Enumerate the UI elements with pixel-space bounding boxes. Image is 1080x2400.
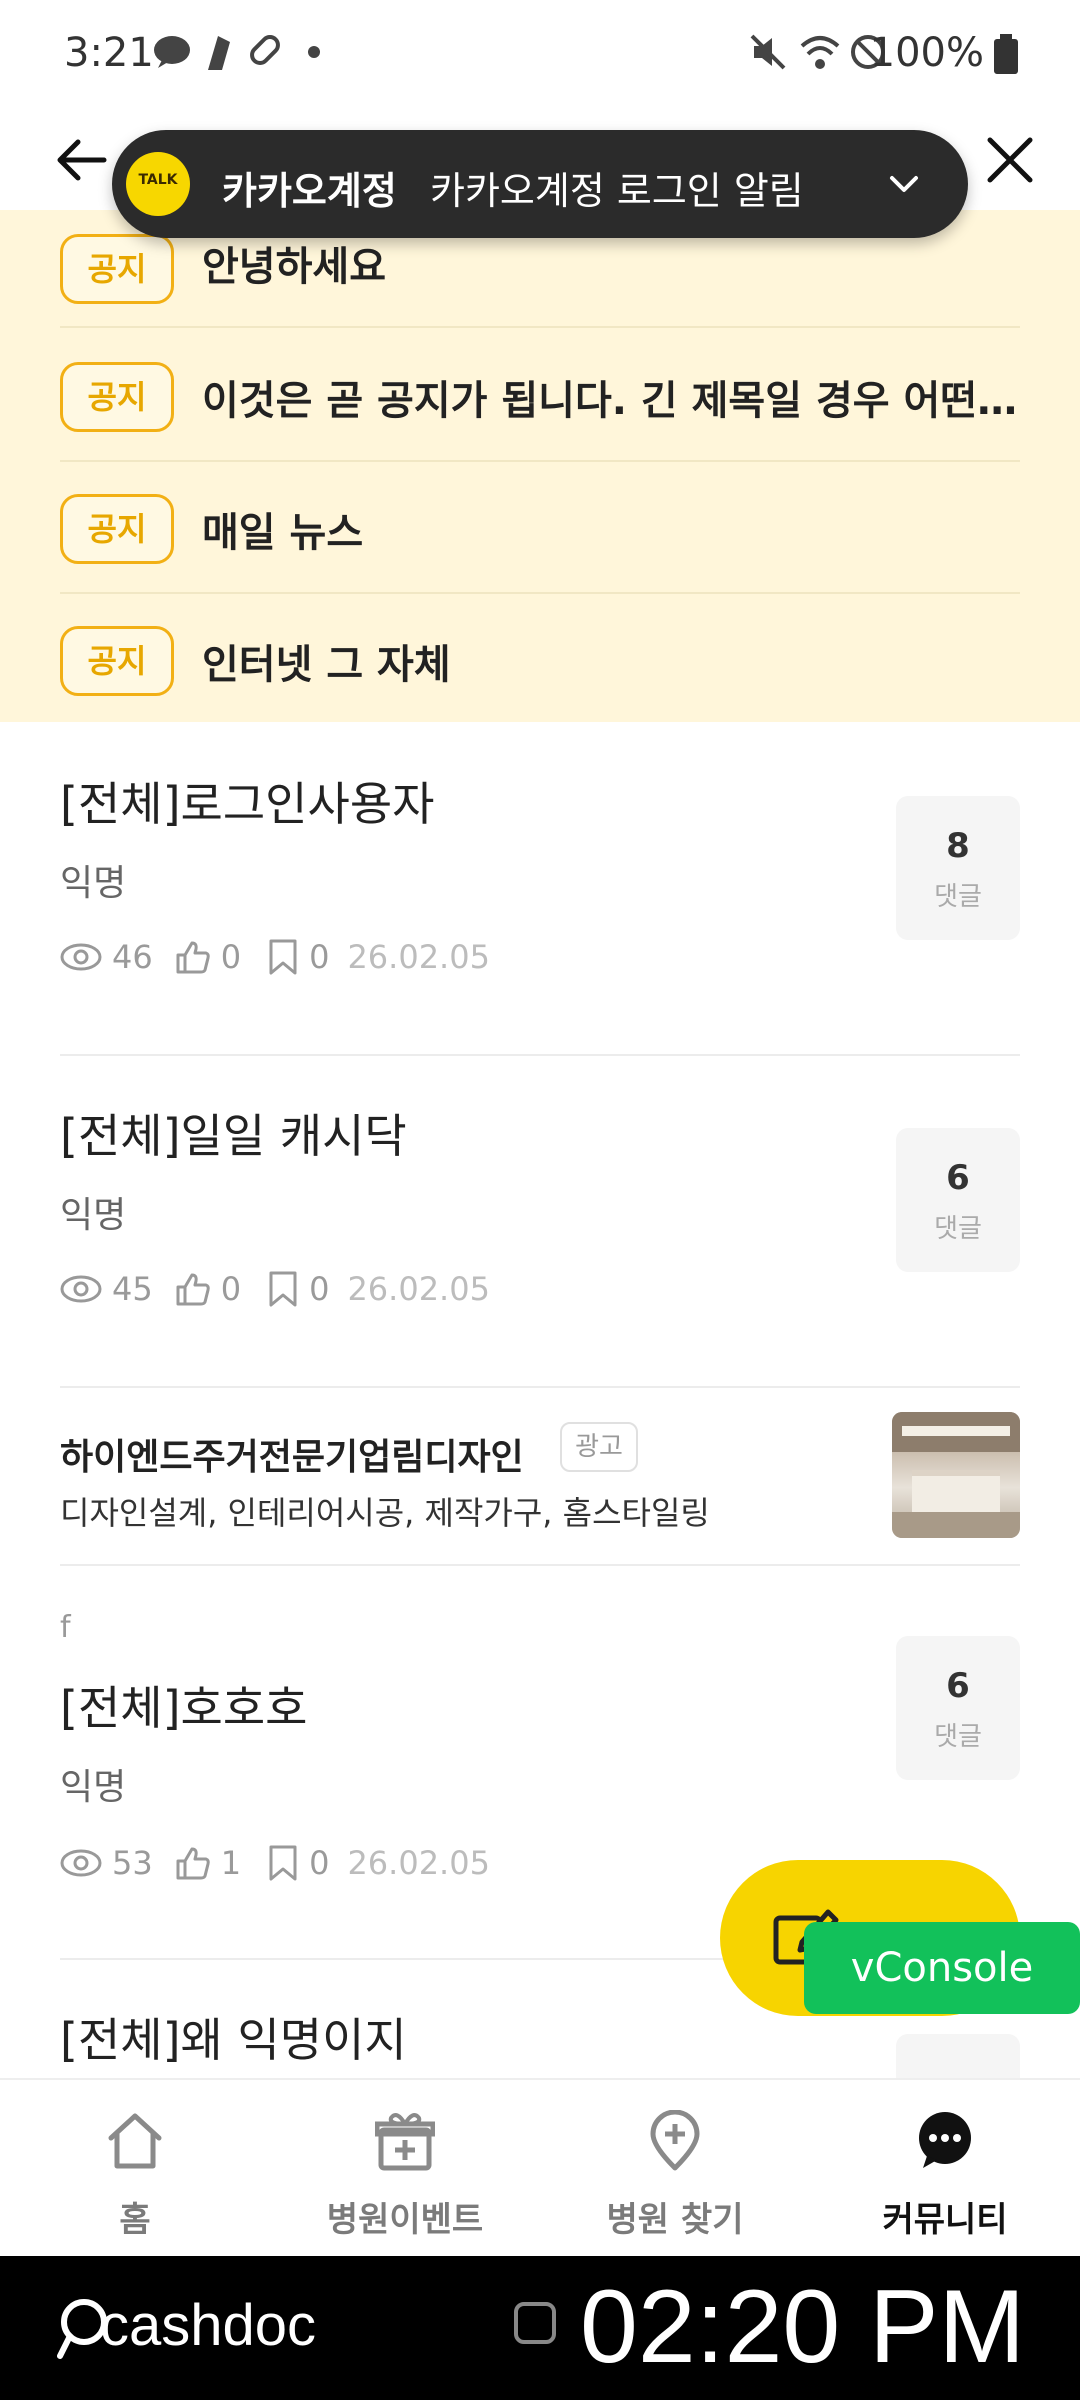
wifi-icon [800,36,840,69]
view-count: 53 [112,1844,153,1882]
close-icon[interactable] [980,130,1040,190]
post-title: [전체]로그인사용자 [60,777,435,831]
nav-hospital-event-label: 병원이벤트 [326,2200,484,2240]
nav-find-hospital[interactable]: 병원 찾기 [540,2080,810,2258]
post-title: [전체]왜 익명이지 [60,2013,407,2067]
eye-icon [60,1275,102,1303]
home-nav-button[interactable] [514,2302,556,2344]
location-pin-icon [650,2110,700,2171]
comment-count-box [896,2034,1020,2078]
chat-bubble-icon [919,2112,971,2168]
notice-list: 공지 안녕하세요 공지 이것은 곧 공지가 됩니다. 긴 제목일 경우 어떤 행… [0,210,1080,722]
eye-icon [60,1849,102,1877]
ad-item[interactable]: 하이엔드주거전문기업림디자인 광고 디자인설계, 인테리어시공, 제작가구, 홈… [60,1388,1020,1566]
bookmark-count: 0 [309,1270,330,1308]
watermark-brand: cashdoc [100,2293,317,2358]
like-count: 1 [220,1844,242,1882]
post-author: 익명 [60,1195,127,1236]
notice-badge: 공지 [60,494,174,564]
bottom-navigation: 홈 병원이벤트 병원 찾기 커뮤니티 [0,2078,1080,2258]
notice-badge: 공지 [60,362,174,432]
comment-count-box: 6 댓글 [896,1128,1020,1272]
nav-find-hospital-label: 병원 찾기 [606,2200,744,2240]
notice-title: 인터넷 그 자체 [202,642,451,688]
post-title: [전체]호호호 [60,1681,308,1735]
eye-icon [60,943,102,971]
watermark-clock: 02:20 PM [580,2269,1026,2385]
thumbs-up-icon[interactable] [175,939,211,975]
link-icon [250,35,280,65]
gift-icon [375,2113,435,2171]
post-date: 26.02.05 [347,1844,490,1882]
like-count: 0 [220,1270,242,1308]
bookmark-icon[interactable] [267,1844,299,1882]
mute-icon [750,34,786,70]
post-category: f [60,1610,71,1645]
notification-message: 카카오계정 로그인 알림 [430,169,804,213]
comment-count-box: 6 댓글 [896,1636,1020,1780]
app-notification-icon [208,36,230,70]
chevron-down-icon[interactable] [886,166,922,202]
comment-count: 8 [946,826,970,866]
post-date: 26.02.05 [347,1270,490,1308]
comment-label: 댓글 [934,882,982,912]
comment-label: 댓글 [934,1214,982,1244]
bookmark-count: 0 [309,938,330,976]
notification-app-name: 카카오계정 [222,169,397,213]
notice-item[interactable]: 공지 인터넷 그 자체 [60,592,1020,724]
notice-title: 매일 뉴스 [202,510,364,556]
ad-badge: 광고 [560,1422,638,1472]
bookmark-icon[interactable] [267,1270,299,1308]
battery-icon [994,34,1018,74]
post-meta: 45 0 0 26.02.05 [60,1264,490,1314]
ad-description: 디자인설계, 인테리어시공, 제작가구, 홈스타일링 [60,1494,710,1532]
nav-home[interactable]: 홈 [0,2080,270,2258]
bookmark-icon[interactable] [267,938,299,976]
notification-dot [308,46,320,58]
nav-community-label: 커뮤니티 [882,2200,1008,2240]
vconsole-button[interactable]: vConsole [804,1922,1080,2014]
post-author: 익명 [60,1767,127,1808]
kakao-login-notification[interactable]: TALK 카카오계정 카카오계정 로그인 알림 [112,130,968,238]
notice-title: 이것은 곧 공지가 됩니다. 긴 제목일 경우 어떤 행... [202,378,1020,424]
comment-label: 댓글 [934,1722,982,1752]
like-count: 0 [220,938,242,976]
nav-hospital-event[interactable]: 병원이벤트 [270,2080,540,2258]
post-title: [전체]일일 캐시닥 [60,1109,407,1163]
post-item[interactable]: [전체]일일 캐시닥 익명 45 0 0 26.02.05 6 댓글 [60,1056,1020,1388]
comment-count: 6 [946,1666,970,1706]
notice-badge: 공지 [60,626,174,696]
nav-home-label: 홈 [119,2200,151,2240]
battery-level: 100% [869,30,984,76]
bookmark-count: 0 [309,1844,330,1882]
post-author: 익명 [60,863,127,904]
notice-title: 안녕하세요 [202,244,386,290]
ad-title: 하이엔드주거전문기업림디자인 [60,1437,524,1478]
notice-item[interactable]: 공지 매일 뉴스 [60,460,1020,594]
kakaotalk-logo-icon: TALK [126,152,190,216]
chat-icon [154,36,190,68]
nav-community[interactable]: 커뮤니티 [810,2080,1080,2258]
comment-count: 6 [946,1158,970,1198]
back-arrow-icon[interactable] [52,130,112,190]
status-time: 3:21 [64,30,154,76]
post-item[interactable]: [전체]로그인사용자 익명 46 0 0 26.02.05 8 댓글 [60,724,1020,1056]
ad-thumbnail-image[interactable] [892,1412,1020,1538]
notice-item[interactable]: 공지 이것은 곧 공지가 됩니다. 긴 제목일 경우 어떤 행... [60,328,1020,462]
thumbs-up-icon[interactable] [175,1845,211,1881]
post-meta: 53 1 0 26.02.05 [60,1838,490,1888]
status-bar: 3:21 100% [0,0,1080,110]
notice-badge: 공지 [60,234,174,304]
post-meta: 46 0 0 26.02.05 [60,932,490,982]
view-count: 45 [112,1270,153,1308]
post-date: 26.02.05 [347,938,490,976]
home-icon [108,2113,162,2169]
interior-photo-icon [892,1412,1020,1538]
comment-count-box: 8 댓글 [896,796,1020,940]
view-count: 46 [112,938,153,976]
thumbs-up-icon[interactable] [175,1271,211,1307]
system-navigation-bar: cashdoc 02:20 PM [0,2256,1080,2400]
